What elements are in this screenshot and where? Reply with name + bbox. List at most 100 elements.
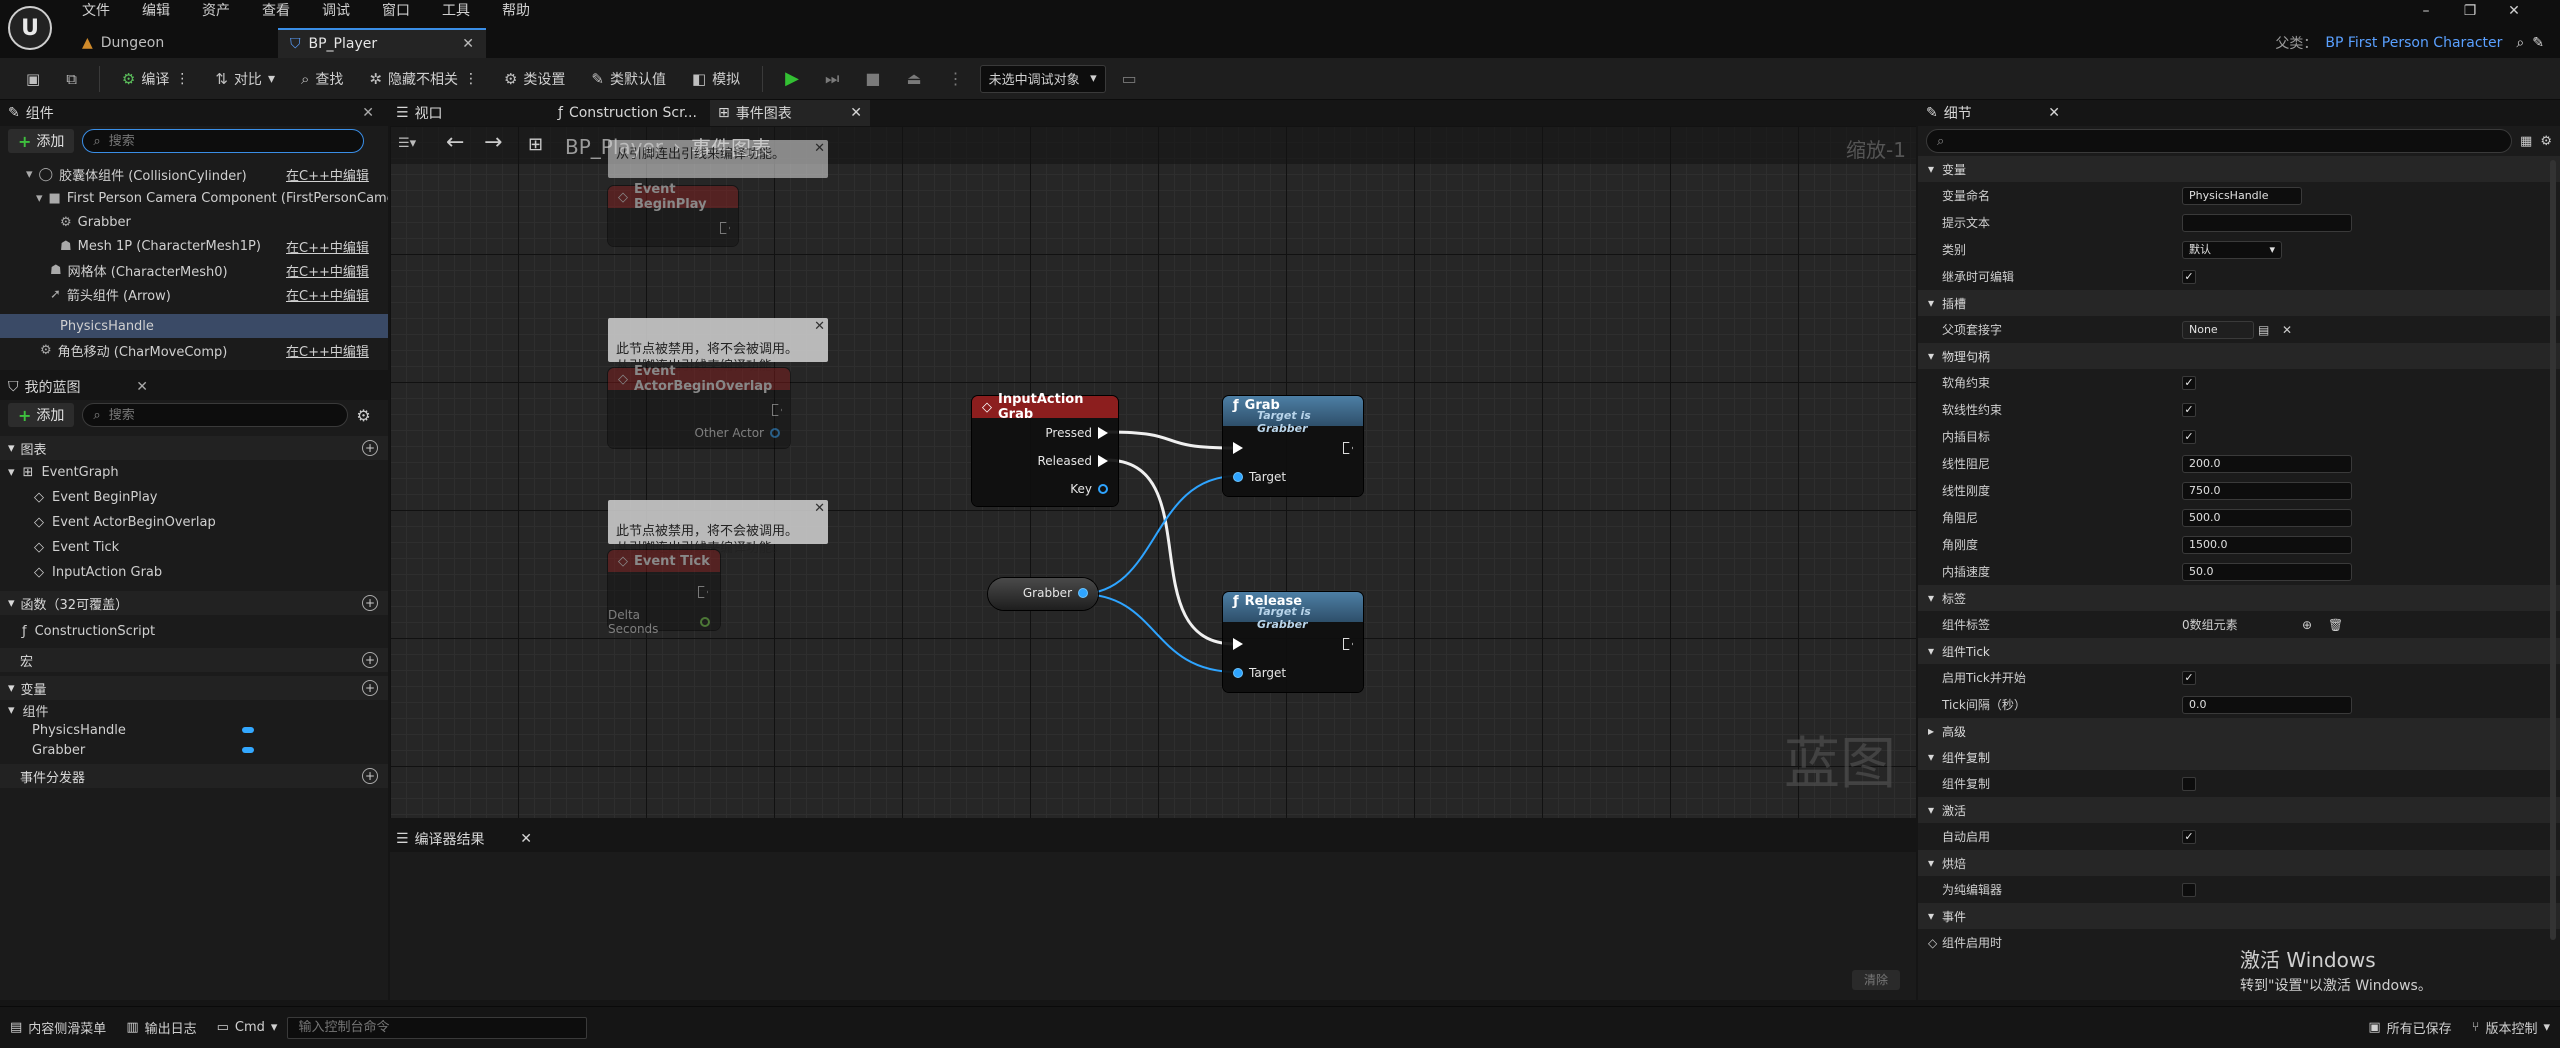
debug-browse-button[interactable]: ▭: [1112, 64, 1147, 94]
search-icon[interactable]: ⌕: [2516, 35, 2524, 51]
edit-in-cpp-link[interactable]: 在C++中编辑: [286, 261, 369, 280]
add-circle-icon[interactable]: +: [362, 680, 378, 696]
tab-dungeon[interactable]: ▲ Dungeon: [70, 28, 280, 58]
editable-checkbox[interactable]: ✓: [2182, 269, 2196, 284]
close-icon[interactable]: ✕: [520, 831, 532, 847]
activation-section[interactable]: ▾ 激活: [1918, 797, 2560, 823]
restore-icon[interactable]: ❐: [2448, 0, 2492, 22]
graphs-section[interactable]: ▾ 图表 +: [0, 436, 388, 460]
menu-debug[interactable]: 调试: [306, 0, 366, 22]
linear-damping-input[interactable]: 200.0: [2182, 454, 2352, 473]
tab-viewport[interactable]: ☰ 视口: [390, 100, 550, 126]
grabber-out-pin[interactable]: Grabber: [1023, 586, 1088, 600]
play-button[interactable]: ▶: [775, 64, 809, 94]
menu-view[interactable]: 查看: [246, 0, 306, 22]
components-search[interactable]: ⌕: [82, 129, 365, 153]
socket-section[interactable]: ▾ 插槽: [1918, 290, 2560, 316]
edit-in-cpp-link[interactable]: 在C++中编辑: [286, 237, 369, 256]
add-member-button[interactable]: + 添加: [8, 403, 75, 427]
saved-status[interactable]: ▣ 所有已保存: [2358, 1013, 2461, 1043]
cmd-select[interactable]: ▭ Cmd ▾: [207, 1013, 288, 1043]
add-circle-icon[interactable]: ⊕: [2302, 618, 2312, 632]
stop-button[interactable]: ■: [855, 64, 890, 94]
soft-angular-checkbox[interactable]: ✓: [2182, 375, 2196, 390]
close-icon[interactable]: ✕: [814, 500, 825, 517]
cooking-section[interactable]: ▾ 烘焙: [1918, 850, 2560, 876]
variable-item[interactable]: Grabber: [0, 740, 388, 760]
other-actor-pin[interactable]: Other Actor: [695, 426, 780, 440]
node-release[interactable]: ƒ Release Target is Grabber Target: [1223, 592, 1363, 692]
details-tab[interactable]: ✎ 细节 ✕: [1918, 100, 2560, 126]
exec-out-pin[interactable]: [1343, 638, 1353, 650]
debug-object-select[interactable]: 未选中调试对象 ▾: [979, 64, 1106, 93]
event-graph-item[interactable]: ▾ ⊞ EventGraph: [0, 460, 388, 485]
node-event-actorbeginoverlap[interactable]: ◇ Event ActorBeginOverlap Other Actor: [608, 364, 790, 448]
disabled-comment[interactable]: 此节点被禁用，将不会被调用。 从引脚连出引线来编译功能。 ✕: [608, 500, 828, 556]
add-component-button[interactable]: + 添加: [8, 129, 75, 153]
edit-icon[interactable]: ✎: [2532, 35, 2544, 51]
tags-section[interactable]: ▾ 标签: [1918, 585, 2560, 611]
compiler-results-tab[interactable]: ☰ 编译器结果 ✕: [390, 826, 1916, 852]
components-search-input[interactable]: [108, 133, 354, 149]
clear-icon[interactable]: ✕: [2282, 323, 2292, 337]
more-icon[interactable]: ⋮: [464, 71, 478, 87]
replication-section[interactable]: ▾ 组件复制: [1918, 744, 2560, 770]
blueprint-search-input[interactable]: [108, 407, 338, 423]
details-scrollbar[interactable]: [2550, 160, 2556, 940]
node-inputaction-grab[interactable]: ◇ InputAction Grab Pressed Released Key: [972, 392, 1118, 506]
add-circle-icon[interactable]: +: [362, 440, 378, 456]
physics-section[interactable]: ▾ 物理句柄: [1918, 343, 2560, 369]
content-drawer-button[interactable]: ▤ 内容侧滑菜单: [0, 1013, 116, 1043]
gear-icon[interactable]: ⚙: [2540, 134, 2552, 149]
close-icon[interactable]: ✕: [2048, 105, 2060, 121]
menu-file[interactable]: 文件: [66, 0, 126, 22]
event-item[interactable]: ◇ Event BeginPlay: [0, 485, 388, 510]
exec-in-pin[interactable]: [1233, 638, 1243, 650]
find-button[interactable]: ⌕ 查找: [291, 64, 353, 94]
component-item-selected[interactable]: PhysicsHandle: [0, 314, 388, 338]
hide-unrelated-button[interactable]: ✲ 隐藏不相关 ⋮: [359, 64, 488, 94]
console-command-input[interactable]: [287, 1016, 588, 1039]
clear-button[interactable]: 清除: [1851, 970, 1900, 990]
close-icon[interactable]: ✕: [814, 140, 825, 157]
component-item[interactable]: ⚙ 角色移动 (CharMoveComp) 在C++中编辑: [0, 338, 388, 362]
pressed-pin[interactable]: Pressed: [1045, 426, 1108, 440]
component-item[interactable]: ▾ ■ First Person Camera Component (FirstP…: [0, 186, 388, 210]
back-icon[interactable]: ←: [446, 130, 464, 155]
menu-window[interactable]: 窗口: [366, 0, 426, 22]
grid-icon[interactable]: ▦: [2520, 134, 2532, 149]
save-button[interactable]: ▣: [16, 64, 50, 94]
tooltip-input[interactable]: [2182, 213, 2352, 232]
close-icon[interactable]: ✕: [850, 105, 862, 121]
component-item[interactable]: ⚙ Grabber: [0, 210, 388, 234]
interp-target-checkbox[interactable]: ✓: [2182, 429, 2196, 444]
start-tick-checkbox[interactable]: ✓: [2182, 670, 2196, 685]
var-name-input[interactable]: PhysicsHandle: [2182, 186, 2302, 205]
details-search-input[interactable]: [1952, 133, 2502, 149]
node-grab[interactable]: ƒ Grab Target is Grabber Target: [1223, 396, 1363, 496]
component-item[interactable]: ☗ Mesh 1P (CharacterMesh1P) 在C++中编辑: [0, 234, 388, 258]
editor-only-checkbox[interactable]: [2182, 882, 2196, 897]
components-tab[interactable]: ✎ 组件 ✕: [0, 100, 388, 126]
menu-edit[interactable]: 编辑: [126, 0, 186, 22]
components-category[interactable]: ▾ 组件: [0, 700, 388, 720]
variable-item[interactable]: PhysicsHandle: [0, 720, 388, 740]
window-close-icon[interactable]: ✕: [2492, 0, 2536, 22]
minimize-icon[interactable]: –: [2404, 0, 2448, 22]
more-icon[interactable]: ⋮: [175, 71, 189, 87]
delta-seconds-pin[interactable]: Delta Seconds: [608, 608, 710, 636]
menu-tools[interactable]: 工具: [426, 0, 486, 22]
compile-button[interactable]: ⚙ 编译 ⋮: [112, 64, 199, 94]
edit-in-cpp-link[interactable]: 在C++中编辑: [286, 341, 369, 360]
tab-bp-player[interactable]: ⛉ BP_Player ✕: [278, 28, 486, 58]
close-icon[interactable]: ✕: [814, 318, 825, 335]
component-item[interactable]: ▾ ◯ 胶囊体组件 (CollisionCylinder) 在C++中编辑: [0, 162, 388, 186]
add-circle-icon[interactable]: +: [362, 768, 378, 784]
variable-section[interactable]: ▾ 变量: [1918, 156, 2560, 182]
add-circle-icon[interactable]: +: [362, 652, 378, 668]
target-pin[interactable]: Target: [1233, 470, 1286, 484]
my-blueprint-tab[interactable]: ⛉ 我的蓝图 ✕: [0, 374, 388, 400]
graph-canvas[interactable]: ☰▾ ← → ⊞ BP_Player › 事件图表 缩放-1 从引脚连出引线来编…: [390, 126, 1916, 818]
browse-button[interactable]: ⧉: [56, 64, 87, 94]
released-pin[interactable]: Released: [1037, 454, 1108, 468]
